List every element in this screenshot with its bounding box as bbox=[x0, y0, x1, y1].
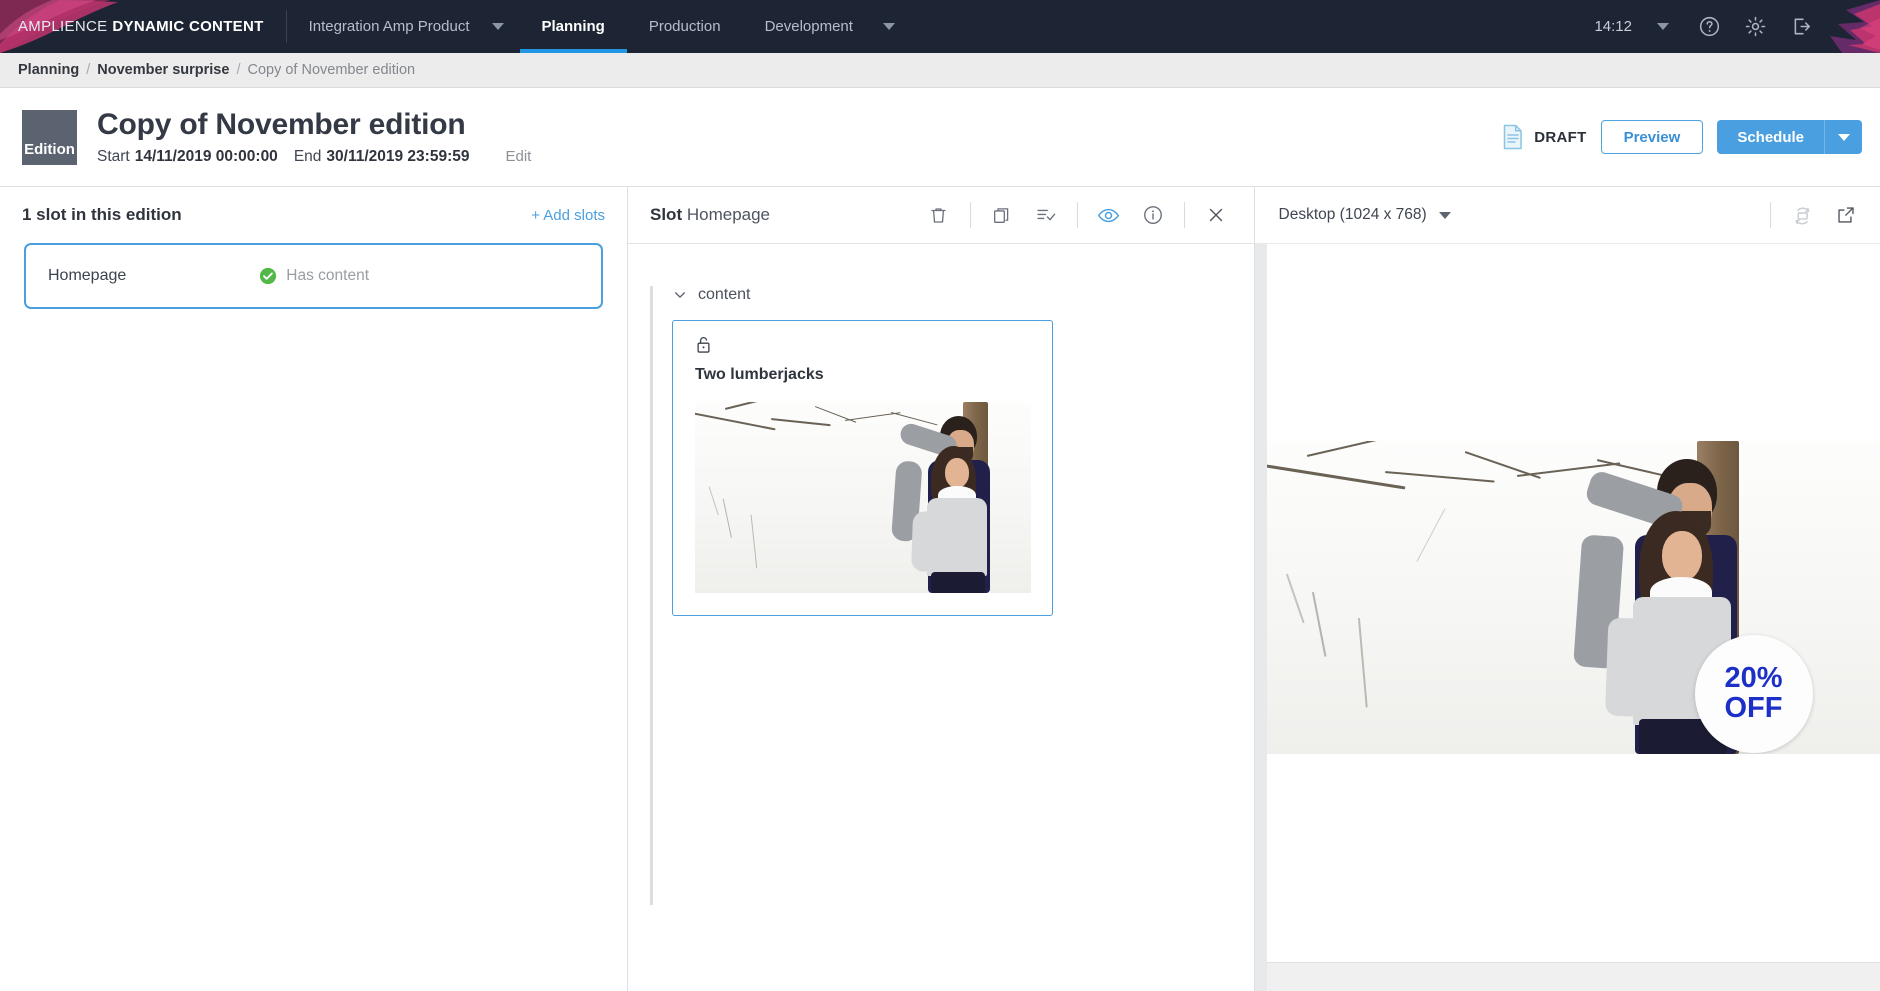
slot-detail-body: content Two lumberjacks bbox=[628, 244, 1254, 991]
copy-icon[interactable] bbox=[980, 193, 1024, 237]
preview-canvas: 20% OFF bbox=[1266, 244, 1880, 962]
slot-detail-panel: Slot Homepage content Two lumberjacks bbox=[628, 187, 1255, 991]
breadcrumb-separator: / bbox=[86, 62, 91, 78]
edition-type-badge: Edition bbox=[22, 109, 77, 165]
timezone-chevron-down-icon[interactable] bbox=[1640, 0, 1686, 53]
device-select-chevron-down-icon bbox=[1438, 211, 1451, 219]
toolbar-divider bbox=[969, 202, 971, 228]
promo-badge-line1: 20% bbox=[1724, 662, 1783, 695]
slot-card-name: Homepage bbox=[48, 267, 127, 284]
nav-tab-production-label: Production bbox=[648, 18, 721, 35]
brand-name-bold: DYNAMIC CONTENT bbox=[112, 18, 264, 35]
nav-tab-production[interactable]: Production bbox=[627, 0, 743, 53]
chevron-down-icon bbox=[675, 292, 685, 298]
promo-badge-line2: OFF bbox=[1724, 692, 1783, 724]
nav-overflow-chevron-down-icon[interactable] bbox=[875, 0, 911, 53]
gear-icon[interactable] bbox=[1732, 0, 1778, 53]
slot-detail-label: Slot bbox=[650, 205, 683, 224]
top-navigation-bar: AMPLIENCE DYNAMIC CONTENT Integration Am… bbox=[0, 0, 1880, 53]
content-item-card[interactable]: Two lumberjacks bbox=[672, 320, 1053, 616]
main-content-area: 1 slot in this edition + Add slots Homep… bbox=[0, 187, 1880, 991]
logout-icon[interactable] bbox=[1778, 0, 1824, 53]
device-size-select[interactable]: Desktop (1024 x 768) bbox=[1279, 206, 1451, 224]
slots-panel-header: 1 slot in this edition + Add slots bbox=[0, 187, 627, 243]
nav-right-cluster: 14:12 bbox=[1594, 0, 1880, 53]
breadcrumb-separator: / bbox=[236, 62, 241, 78]
title-block: Copy of November edition Start 14/11/201… bbox=[97, 108, 531, 166]
rotate-orientation-icon bbox=[1780, 193, 1824, 237]
promo-badge: 20% OFF bbox=[1694, 635, 1813, 753]
product-selector-chevron-down-icon[interactable] bbox=[484, 0, 520, 53]
preview-button[interactable]: Preview bbox=[1600, 120, 1704, 154]
toolbar-divider bbox=[1076, 202, 1078, 228]
schedule-split-button: Schedule bbox=[1717, 120, 1862, 154]
clock-time: 14:12 bbox=[1594, 18, 1632, 35]
preview-horizontal-scrollbar[interactable] bbox=[1266, 962, 1880, 991]
start-value: 14/11/2019 00:00:00 bbox=[134, 148, 278, 165]
breadcrumb-item-current: Copy of November edition bbox=[247, 62, 416, 78]
nav-tab-planning-label: Planning bbox=[541, 18, 605, 35]
breadcrumb-item-planning[interactable]: Planning bbox=[18, 62, 79, 78]
breadcrumb: Planning / November surprise / Copy of N… bbox=[0, 53, 1880, 88]
content-item-title: Two lumberjacks bbox=[695, 366, 824, 383]
close-icon[interactable] bbox=[1194, 193, 1238, 237]
slot-card-status-text: Has content bbox=[286, 267, 369, 284]
content-item-thumbnail bbox=[695, 402, 1031, 593]
preview-hero-image: 20% OFF bbox=[1266, 441, 1880, 754]
delete-icon[interactable] bbox=[917, 193, 961, 237]
schedule-button[interactable]: Schedule bbox=[1717, 120, 1824, 154]
breadcrumb-item-november-surprise[interactable]: November surprise bbox=[97, 62, 229, 78]
slots-count-heading: 1 slot in this edition bbox=[22, 205, 182, 224]
end-label: End bbox=[293, 148, 322, 165]
preview-stage: 20% OFF bbox=[1254, 244, 1880, 991]
check-circle-icon bbox=[260, 267, 277, 285]
help-icon[interactable] bbox=[1686, 0, 1732, 53]
draft-document-icon bbox=[1504, 124, 1523, 150]
toolbar-divider bbox=[1183, 202, 1185, 228]
nav-tab-development[interactable]: Development bbox=[743, 0, 875, 53]
tree-group-content[interactable]: content bbox=[672, 286, 1115, 304]
slot-detail-name: Homepage bbox=[686, 205, 771, 224]
open-external-icon[interactable] bbox=[1824, 193, 1868, 237]
status-badge: DRAFT bbox=[1501, 124, 1586, 150]
info-icon[interactable] bbox=[1131, 193, 1175, 237]
brand-name-light: AMPLIENCE bbox=[18, 18, 108, 35]
slots-panel: 1 slot in this edition + Add slots Homep… bbox=[0, 187, 628, 991]
nav-tab-planning[interactable]: Planning bbox=[519, 0, 628, 53]
tree-group-label: content bbox=[698, 286, 751, 303]
page-title: Copy of November edition bbox=[97, 108, 466, 141]
unlock-icon[interactable] bbox=[695, 335, 712, 354]
toolbar-divider bbox=[1770, 202, 1771, 228]
page-header: Edition Copy of November edition Start 1… bbox=[0, 88, 1880, 187]
slot-detail-header: Slot Homepage bbox=[628, 187, 1254, 244]
header-actions: DRAFT Preview Schedule bbox=[1501, 120, 1862, 154]
preview-header-icons bbox=[1761, 193, 1868, 237]
status-badge-text: DRAFT bbox=[1534, 128, 1587, 146]
edit-dates-link[interactable]: Edit bbox=[505, 148, 531, 165]
app-logo[interactable]: AMPLIENCE DYNAMIC CONTENT bbox=[0, 0, 286, 53]
device-size-label: Desktop (1024 x 768) bbox=[1278, 206, 1427, 223]
end-value: 30/11/2019 23:59:59 bbox=[326, 148, 470, 165]
slot-card-status: Has content bbox=[259, 267, 369, 285]
content-tree: content Two lumberjacks bbox=[628, 244, 1115, 991]
product-selector[interactable]: Integration Amp Product bbox=[287, 0, 484, 53]
tree-guide-line bbox=[650, 286, 653, 905]
list-check-icon[interactable] bbox=[1024, 193, 1068, 237]
schedule-options-chevron-down-icon[interactable] bbox=[1824, 120, 1862, 154]
nav-tab-development-label: Development bbox=[764, 18, 853, 35]
visibility-eye-icon[interactable] bbox=[1087, 193, 1131, 237]
start-label: Start bbox=[97, 148, 130, 165]
preview-panel-header: Desktop (1024 x 768) bbox=[1254, 187, 1880, 244]
product-selector-label: Integration Amp Product bbox=[308, 18, 470, 35]
slot-detail-title: Slot Homepage bbox=[650, 205, 770, 225]
schedule-dates: Start 14/11/2019 00:00:00 End 30/11/2019… bbox=[97, 148, 531, 166]
slot-toolbar bbox=[917, 193, 1238, 237]
add-slots-button[interactable]: + Add slots bbox=[531, 207, 605, 224]
preview-panel: Desktop (1024 x 768) 20% OFF bbox=[1254, 187, 1880, 991]
slot-card-homepage[interactable]: Homepage Has content bbox=[24, 243, 603, 309]
nav-items: Integration Amp Product Planning Product… bbox=[287, 0, 911, 53]
